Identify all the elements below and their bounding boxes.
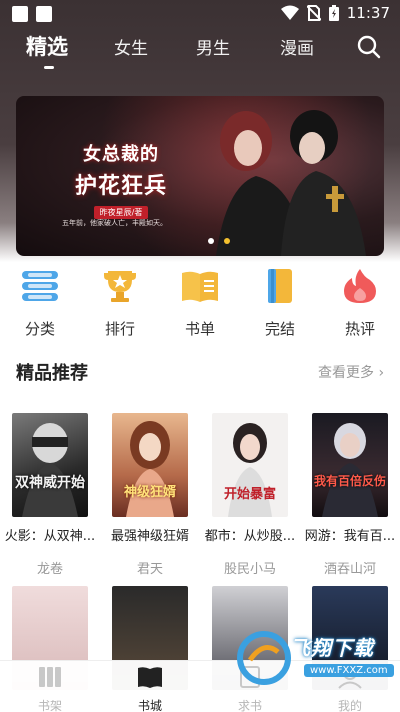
watermark-text: 飞翔下载 (290, 636, 374, 660)
pagination-dot-active[interactable] (224, 238, 230, 244)
category-list-icon (22, 271, 58, 301)
battery-icon (328, 5, 339, 21)
nav-label: 书架 (37, 699, 62, 712)
notification-icon (36, 6, 52, 22)
bookshelf-icon (39, 667, 61, 687)
category-label: 书单 (184, 320, 215, 338)
category-label: 热评 (344, 320, 375, 338)
banner-pagination (208, 238, 230, 244)
nav-label: 书城 (137, 699, 162, 712)
see-more-link[interactable]: 查看更多 › (318, 362, 384, 382)
status-bar: 11:37 (0, 0, 400, 28)
book-title: 网游：我有百... (304, 529, 396, 544)
banner-tagline: 五年前，他家破人亡，丰殿如天。 (62, 219, 167, 227)
section-title: 精品推荐 (16, 363, 88, 384)
category-label: 分类 (24, 320, 55, 338)
book-card[interactable]: 双神威开始 火影：从双神... 龙卷 (5, 413, 95, 577)
book-title: 火影：从双神... (4, 529, 96, 544)
nav-book-city[interactable]: 书城 (120, 665, 180, 712)
cover-art (126, 421, 174, 517)
tab-female[interactable]: 女生 (114, 34, 148, 59)
category-classify[interactable]: 分类 (10, 268, 70, 339)
nav-label: 求书 (237, 699, 262, 712)
cover-title: 双神威开始 (15, 475, 85, 491)
pagination-dot[interactable] (208, 238, 214, 244)
book-card[interactable]: 神级狂婿 最强神级狂婿 君天 (110, 413, 190, 577)
notebook-icon (268, 269, 292, 303)
cover-title: 开始暴富 (223, 487, 276, 502)
book-cover: 开始暴富 (212, 413, 288, 517)
nav-bookshelf[interactable]: 书架 (20, 665, 80, 712)
cover-title: 神级狂婿 (123, 485, 176, 500)
featured-banner[interactable]: 女总裁的 护花狂兵 昨夜星辰/著 五年前，他家破人亡，丰殿如天。 (16, 96, 384, 256)
category-completed[interactable]: 完结 (250, 268, 310, 339)
flame-icon (344, 269, 376, 303)
banner-title: 女总裁的 护花狂兵 昨夜星辰/著 (46, 140, 196, 219)
book-city-icon (138, 667, 162, 688)
search-icon[interactable] (356, 34, 382, 60)
category-shortcuts: 分类 排行 书单 完结 热评 (0, 268, 400, 338)
tab-comics[interactable]: 漫画 (280, 34, 314, 59)
book-author: 酒吞山河 (323, 562, 376, 577)
cover-art (22, 423, 78, 517)
banner-title-line2: 护花狂兵 (74, 174, 167, 199)
open-book-icon (182, 271, 218, 302)
no-sim-icon (306, 5, 321, 21)
book-card[interactable]: 我有百倍反伤 网游：我有百... 酒吞山河 (305, 413, 395, 577)
book-card[interactable]: 开始暴富 都市：从炒股... 股民小马 (205, 413, 295, 577)
category-ranking[interactable]: 排行 (90, 268, 150, 339)
trophy-icon (104, 271, 136, 302)
category-label: 完结 (264, 320, 295, 338)
tab-male[interactable]: 男生 (196, 34, 230, 59)
top-nav: 精选 女生 男生 漫画 (0, 30, 400, 70)
category-booklist[interactable]: 书单 (170, 268, 230, 339)
clock: 11:37 (346, 4, 390, 22)
book-cover: 我有百倍反伤 (312, 413, 388, 517)
tab-featured[interactable]: 精选 (26, 31, 68, 61)
banner-title-line1: 女总裁的 (83, 144, 159, 165)
book-cover: 神级狂婿 (112, 413, 188, 517)
watermark: 飞翔下载 www.FXXZ.com (232, 622, 394, 692)
banner-illustration (216, 110, 366, 256)
cover-title: 我有百倍反伤 (313, 474, 386, 488)
book-author: 股民小马 (223, 562, 276, 577)
category-hot-reviews[interactable]: 热评 (330, 268, 390, 339)
nav-label: 我的 (337, 699, 362, 712)
watermark-logo-icon (237, 631, 291, 685)
book-cover: 双神威开始 (12, 413, 88, 517)
wifi-icon (280, 5, 299, 20)
watermark-url: www.FXXZ.com (304, 664, 394, 677)
book-title: 都市：从炒股... (204, 529, 296, 544)
notification-icon (12, 6, 28, 22)
category-label: 排行 (104, 320, 135, 338)
book-author: 君天 (136, 562, 163, 577)
cover-art (322, 423, 378, 517)
book-title: 最强神级狂婿 (110, 529, 189, 544)
book-author: 龙卷 (36, 562, 63, 577)
active-tab-indicator (44, 66, 54, 69)
